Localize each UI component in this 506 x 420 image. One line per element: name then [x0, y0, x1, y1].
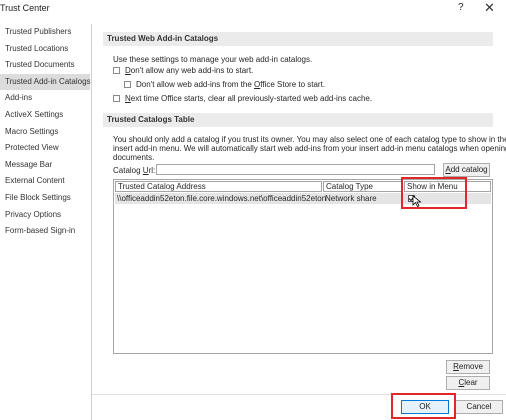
- catalog-url-label: Catalog Url:: [113, 166, 156, 175]
- add-catalog-button[interactable]: Add catalog: [443, 163, 490, 177]
- column-header-type[interactable]: Catalog Type: [323, 181, 403, 192]
- sidebar-item-protected-view[interactable]: Protected View: [0, 140, 90, 157]
- sidebar-item-message-bar[interactable]: Message Bar: [0, 157, 90, 174]
- sidebar-item-form-based-sign-in[interactable]: Form-based Sign-in: [0, 223, 90, 240]
- remove-button[interactable]: Remove: [446, 360, 490, 374]
- sidebar-item-privacy-options[interactable]: Privacy Options: [0, 207, 90, 224]
- sidebar-item-trusted-add-in-catalogs[interactable]: Trusted Add-in Catalogs: [0, 73, 91, 91]
- web-catalogs-header: Trusted Web Add-in Catalogs: [103, 32, 493, 46]
- catalog-address-cell[interactable]: \\officeaddin52eton.file.core.windows.ne…: [117, 193, 326, 204]
- dont-allow-web-addins-label[interactable]: Don't allow any web add-ins to start.: [125, 66, 253, 75]
- catalogs-desc-line-1: You should only add a catalog if you tru…: [113, 135, 506, 144]
- catalog-type-cell[interactable]: Network share: [325, 193, 377, 204]
- web-catalogs-intro: Use these settings to manage your web ad…: [113, 55, 313, 64]
- sidebar-item-file-block-settings[interactable]: File Block Settings: [0, 190, 90, 207]
- cancel-button[interactable]: Cancel: [455, 400, 503, 414]
- ok-button-highlight: [391, 393, 456, 419]
- dont-allow-web-addins-checkbox[interactable]: [113, 67, 120, 74]
- sidebar-item-add-ins[interactable]: Add-ins: [0, 90, 90, 107]
- column-header-address[interactable]: Trusted Catalog Address: [115, 181, 322, 192]
- dont-allow-store-addins-label[interactable]: Don't allow web add-ins from the Office …: [136, 80, 325, 89]
- sidebar-item-macro-settings[interactable]: Macro Settings: [0, 124, 90, 141]
- catalog-url-input[interactable]: [156, 164, 435, 175]
- catalogs-desc-line-2: insert add-in menu. We will automaticall…: [113, 144, 506, 153]
- catalogs-table-header: Trusted Catalogs Table: [103, 113, 493, 127]
- clear-button[interactable]: Clear: [446, 376, 490, 390]
- sidebar-item-trusted-publishers[interactable]: Trusted Publishers: [0, 24, 90, 41]
- help-button[interactable]: ?: [458, 2, 464, 13]
- window-title: Trust Center: [0, 3, 50, 13]
- dont-allow-store-addins-checkbox[interactable]: [124, 81, 131, 88]
- clear-web-addins-cache-label[interactable]: Next time Office starts, clear all previ…: [125, 94, 372, 103]
- close-icon[interactable]: ✕: [484, 0, 495, 16]
- sidebar-divider: [91, 24, 92, 420]
- show-in-menu-highlight: [401, 177, 467, 209]
- sidebar-item-trusted-locations[interactable]: Trusted Locations: [0, 41, 90, 58]
- clear-web-addins-cache-checkbox[interactable]: [113, 95, 120, 102]
- catalogs-desc-line-3: documents.: [113, 153, 155, 162]
- sidebar-nav: Trusted Publishers Trusted Locations Tru…: [0, 24, 91, 240]
- sidebar-item-trusted-documents[interactable]: Trusted Documents: [0, 57, 90, 74]
- sidebar-item-activex-settings[interactable]: ActiveX Settings: [0, 107, 90, 124]
- sidebar-item-external-content[interactable]: External Content: [0, 173, 90, 190]
